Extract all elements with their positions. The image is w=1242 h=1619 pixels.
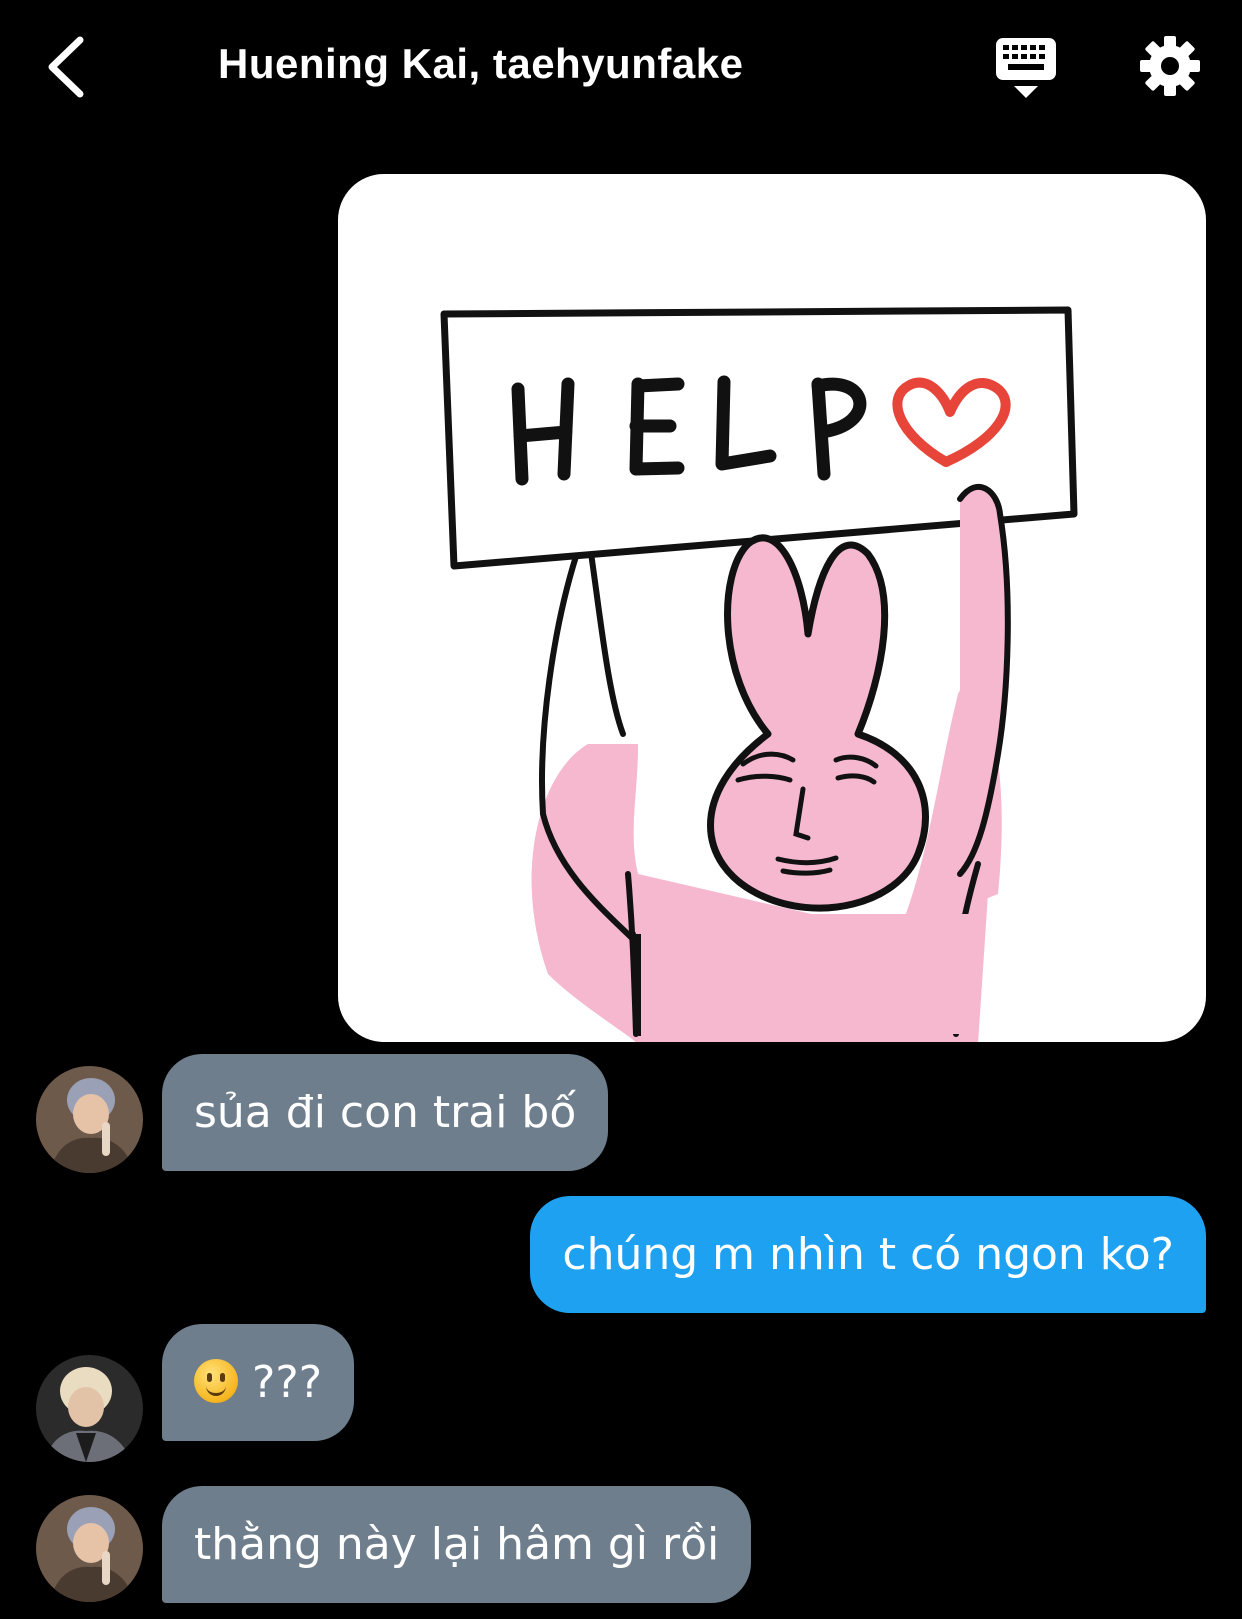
- user-avatar-photo: [36, 1355, 143, 1462]
- message-text: thằng này lại hâm gì rồi: [194, 1519, 720, 1570]
- gear-icon: [1140, 36, 1200, 96]
- chat-header: Huening Kai, taehyunfake: [0, 0, 1242, 140]
- message-bubble-incoming[interactable]: sủa đi con trai bố: [162, 1054, 609, 1171]
- sticker-message[interactable]: [338, 174, 1206, 1042]
- message-bubble-incoming[interactable]: ???: [162, 1324, 355, 1441]
- chevron-left-icon: [48, 36, 84, 98]
- avatar[interactable]: [36, 1355, 143, 1462]
- avatar[interactable]: [36, 1066, 143, 1173]
- message-text: chúng m nhìn t có ngon ko?: [562, 1229, 1174, 1280]
- keyboard-toggle-button[interactable]: [994, 36, 1058, 102]
- keyboard-icon: [996, 38, 1056, 98]
- back-button[interactable]: [40, 34, 96, 100]
- settings-button[interactable]: [1138, 34, 1202, 98]
- message-bubble-incoming[interactable]: thằng này lại hâm gì rồi: [162, 1486, 752, 1603]
- slight-smile-icon: [194, 1359, 238, 1403]
- user-avatar-photo: [36, 1495, 143, 1602]
- user-avatar-photo: [36, 1066, 143, 1173]
- message-text: sủa đi con trai bố: [194, 1087, 577, 1138]
- message-bubble-outgoing[interactable]: chúng m nhìn t có ngon ko?: [530, 1196, 1206, 1313]
- help-bunny-sticker: [440, 306, 1078, 1042]
- avatar[interactable]: [36, 1495, 143, 1602]
- message-text: ???: [252, 1357, 323, 1408]
- conversation-title[interactable]: Huening Kai, taehyunfake: [218, 40, 743, 88]
